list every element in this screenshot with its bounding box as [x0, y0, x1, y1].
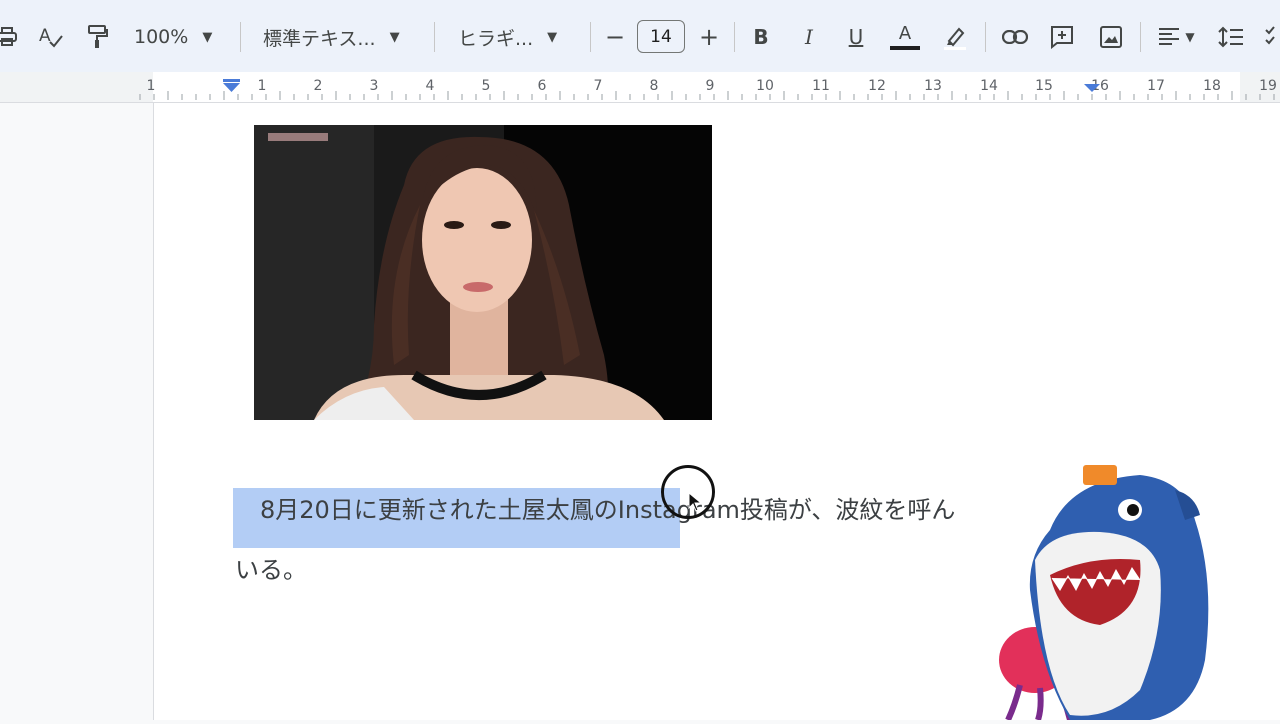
- insert-image-icon[interactable]: [1096, 20, 1126, 54]
- ruler-number: 5: [482, 78, 491, 94]
- toolbar-divider: [734, 22, 735, 52]
- add-comment-icon[interactable]: [1047, 20, 1077, 54]
- ruler-number: 3: [370, 78, 379, 94]
- font-size-input[interactable]: 14: [637, 20, 685, 53]
- ruler-number: 9: [706, 78, 715, 94]
- ruler-number: 11: [812, 78, 830, 94]
- paragraph-style-select[interactable]: 標準テキス... ▼: [263, 20, 400, 54]
- mouse-pointer-icon: [688, 491, 703, 516]
- formatting-toolbar: A 100% ▼ 標準テキス... ▼ ヒラギ... ▼ − 14 + B I …: [0, 0, 1280, 72]
- checklist-icon[interactable]: [1262, 20, 1280, 54]
- ruler-number: 1: [258, 78, 267, 94]
- toolbar-divider: [590, 22, 591, 52]
- left-indent-marker[interactable]: [223, 83, 240, 92]
- align-left-icon[interactable]: ▼: [1150, 20, 1202, 54]
- toolbar-divider: [434, 22, 435, 52]
- text-color-swatch: [890, 45, 920, 50]
- paint-format-icon[interactable]: [82, 20, 112, 54]
- ruler-scale: 1 1 2 3 4 5 6 7 8 9 10 11 12 13 14 15 16 17 18 19: [0, 72, 1280, 102]
- document-outline-pane: [0, 103, 154, 720]
- insert-link-icon[interactable]: [1000, 20, 1030, 54]
- ruler-number: 17: [1147, 78, 1165, 94]
- embedded-image[interactable]: [254, 125, 712, 420]
- text-color-button[interactable]: A: [890, 20, 920, 54]
- ruler-number: 1: [147, 78, 156, 94]
- text-color-label: A: [898, 22, 912, 44]
- ruler-number: 10: [756, 78, 774, 94]
- paragraph-line-2[interactable]: いる。: [235, 550, 307, 585]
- ruler-number: 8: [650, 78, 659, 94]
- shark-mascot-overlay: [990, 460, 1220, 722]
- toolbar-divider: [1140, 22, 1141, 52]
- ruler-number: 6: [538, 78, 547, 94]
- ruler-number: 18: [1203, 78, 1221, 94]
- decrease-font-size-button[interactable]: −: [602, 20, 628, 54]
- toolbar-divider: [240, 22, 241, 52]
- highlight-color-icon[interactable]: [940, 20, 970, 54]
- underline-button[interactable]: U: [843, 20, 869, 54]
- italic-button[interactable]: I: [796, 20, 822, 54]
- toolbar-divider: [985, 22, 986, 52]
- svg-text:A: A: [39, 26, 51, 46]
- ruler-number: 4: [426, 78, 435, 94]
- increase-font-size-button[interactable]: +: [696, 20, 722, 54]
- zoom-value: 100%: [134, 26, 189, 48]
- paragraph-style-value: 標準テキス...: [263, 27, 376, 50]
- bold-button[interactable]: B: [748, 20, 774, 54]
- horizontal-ruler[interactable]: 1 1 2 3 4 5 6 7 8 9 10 11 12 13 14 15 16 17 18 19: [0, 72, 1280, 103]
- first-line-indent-marker[interactable]: [223, 79, 240, 82]
- ruler-number: 14: [980, 78, 998, 94]
- font-family-value: ヒラギ...: [458, 27, 534, 50]
- line-spacing-icon[interactable]: [1216, 20, 1246, 54]
- font-family-select[interactable]: ヒラギ... ▼: [458, 20, 557, 54]
- chevron-down-icon: ▼: [202, 29, 213, 45]
- ruler-number: 7: [594, 78, 603, 94]
- zoom-select[interactable]: 100% ▼: [134, 20, 212, 54]
- chevron-down-icon: ▼: [389, 29, 400, 45]
- chevron-down-icon: ▼: [1185, 30, 1195, 44]
- ruler-number: 15: [1035, 78, 1053, 94]
- print-icon[interactable]: [0, 20, 20, 54]
- ruler-number: 19: [1259, 78, 1277, 94]
- paragraph-line-1[interactable]: 8月20日に更新された土屋太鳳のInstagram投稿が、波紋を呼ん: [260, 490, 955, 525]
- ruler-number: 13: [924, 78, 942, 94]
- chevron-down-icon: ▼: [547, 29, 558, 45]
- ruler-number: 12: [868, 78, 886, 94]
- spellcheck-icon[interactable]: A: [36, 20, 66, 54]
- ruler-number: 2: [314, 78, 323, 94]
